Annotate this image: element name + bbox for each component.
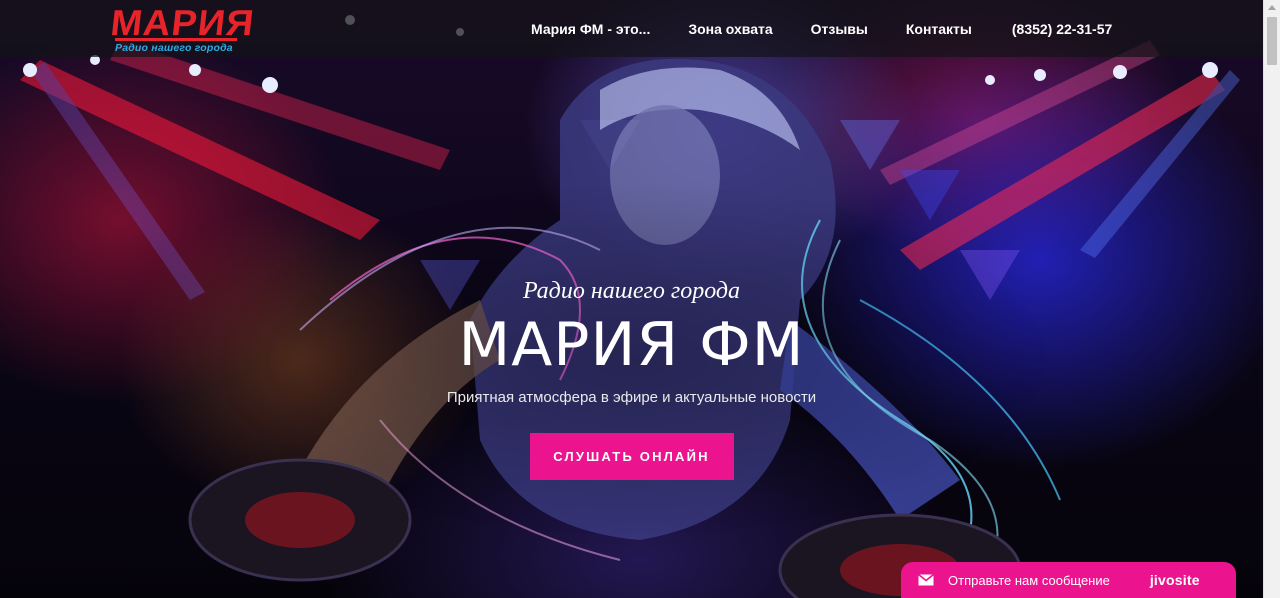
site-header: МАРИЯ Радио нашего города Мария ФМ - это…: [0, 0, 1263, 57]
hero-content: Радио нашего города МАРИЯ ФМ Приятная ат…: [0, 274, 1263, 480]
logo-subtitle: Радио нашего города: [115, 42, 233, 54]
logo-underline: [115, 38, 237, 41]
scroll-up-arrow-icon[interactable]: [1268, 5, 1276, 10]
hero-title: МАРИЯ ФМ: [458, 310, 805, 380]
page-scrollbar[interactable]: [1263, 0, 1280, 598]
logo-wordmark: МАРИЯ: [108, 2, 257, 43]
hero-subtitle: Приятная атмосфера в эфире и актуальные …: [446, 389, 817, 406]
nav-phone[interactable]: (8352) 22-31-57: [1012, 21, 1112, 37]
listen-online-button[interactable]: СЛУШАТЬ ОНЛАЙН: [529, 433, 734, 480]
nav-item-contacts[interactable]: Контакты: [906, 21, 972, 37]
scroll-thumb[interactable]: [1267, 17, 1277, 65]
chat-widget[interactable]: Отправьте нам сообщение jivosite: [901, 562, 1236, 598]
nav-item-reviews[interactable]: Отзывы: [811, 21, 868, 37]
logo[interactable]: МАРИЯ Радио нашего города: [109, 2, 257, 54]
hero-tagline: Радио нашего города: [522, 278, 741, 304]
envelope-icon: [918, 574, 934, 586]
chat-label: Отправьте нам сообщение: [948, 572, 1110, 588]
nav-item-coverage[interactable]: Зона охвата: [688, 21, 772, 37]
nav-item-about[interactable]: Мария ФМ - это...: [531, 21, 650, 37]
main-nav: Мария ФМ - это... Зона охвата Отзывы Кон…: [531, 0, 1112, 57]
chat-brand: jivosite: [1149, 572, 1200, 588]
